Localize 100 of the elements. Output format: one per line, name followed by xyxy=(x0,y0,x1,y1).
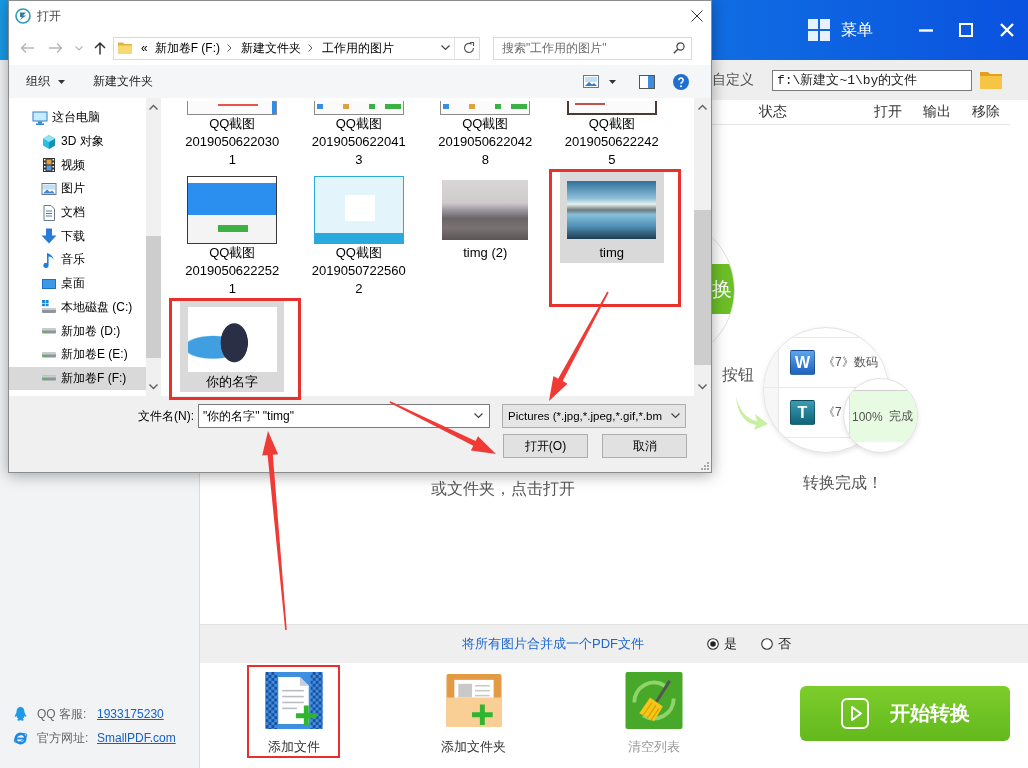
organize-button[interactable]: 组织 xyxy=(26,73,65,90)
nav-item[interactable]: 新加卷 (D:) xyxy=(9,319,146,343)
column-header: 输出 xyxy=(923,103,952,121)
file-item[interactable]: timg xyxy=(559,172,664,263)
nav-item[interactable]: 这台电脑 xyxy=(9,106,146,130)
radio-option[interactable]: 是 xyxy=(707,635,737,653)
contact-link[interactable]: 1933175230 xyxy=(97,707,164,721)
action-button[interactable]: 添加文件夹 xyxy=(427,665,520,758)
column-header: 移除 xyxy=(972,103,1000,121)
chevron-right-icon[interactable] xyxy=(227,44,232,52)
file-item[interactable]: QQ截图 2019050622252 1 xyxy=(180,172,285,299)
column-header: 打开 xyxy=(874,103,903,121)
file-item[interactable]: QQ截图 2019050622042 8 xyxy=(433,98,538,170)
nav-item[interactable]: 本地磁盘 (C:) xyxy=(9,295,146,320)
chevron-down-icon[interactable] xyxy=(698,384,707,390)
scrollbar-thumb[interactable] xyxy=(146,236,161,358)
menu-button[interactable]: 菜单 xyxy=(808,19,873,41)
document-plus-icon xyxy=(264,672,323,729)
breadcrumb-item[interactable]: 新加卷F (F:) xyxy=(154,39,220,57)
file-type-dropdown[interactable]: Pictures (*.jpg,*.jpeg,*.gif,*.bm xyxy=(502,404,686,428)
breadcrumb-item[interactable]: 新建文件夹 xyxy=(241,39,301,57)
file-item[interactable]: QQ截图 2019050622041 3 xyxy=(306,98,411,170)
chevron-down-icon xyxy=(671,413,680,419)
play-icon xyxy=(840,698,869,729)
chevron-up-icon[interactable] xyxy=(698,104,707,110)
up-arrow-icon[interactable] xyxy=(94,41,106,55)
picture-icon xyxy=(41,180,57,197)
folder-plus-icon xyxy=(444,672,503,729)
drive-icon xyxy=(41,299,57,316)
help-icon[interactable] xyxy=(673,73,689,90)
down-arrow-icon xyxy=(41,228,57,245)
filename-field[interactable]: "你的名字" "timg" xyxy=(198,404,490,428)
chevron-down-icon[interactable] xyxy=(441,45,450,51)
search-field[interactable]: 搜索"工作用的图片" xyxy=(493,36,692,60)
chevron-down-icon[interactable] xyxy=(149,384,158,390)
breadcrumb-item[interactable]: 工作用的图片 xyxy=(322,39,394,57)
file-type-tile: W xyxy=(790,350,815,375)
step-caption: 转换完成！ xyxy=(803,473,883,493)
view-icon[interactable] xyxy=(583,75,599,88)
progress-text: 100% xyxy=(852,409,883,424)
drive-icon xyxy=(42,351,56,358)
caret-icon[interactable] xyxy=(609,79,616,84)
minimize-icon[interactable] xyxy=(919,28,933,32)
breadcrumb-overflow[interactable]: « xyxy=(141,41,148,55)
step-caption: 按钮 xyxy=(722,365,754,385)
grid-icon xyxy=(808,19,830,41)
nav-item[interactable]: 新加卷F (F:) xyxy=(9,366,146,391)
document-icon xyxy=(41,204,57,221)
penguin-icon xyxy=(13,706,28,722)
preview-pane-icon[interactable] xyxy=(639,74,655,89)
status-text: 完成 xyxy=(888,408,913,425)
nav-item[interactable]: 新加卷E (E:) xyxy=(9,342,146,367)
close-icon[interactable] xyxy=(691,10,703,22)
nav-item[interactable]: 3D 对象 xyxy=(9,129,146,154)
nav-item[interactable]: 图片 xyxy=(9,177,146,201)
chevron-down-icon[interactable] xyxy=(474,413,483,419)
scrollbar[interactable] xyxy=(146,98,161,396)
new-folder-button[interactable]: 新建文件夹 xyxy=(93,73,153,90)
drive-icon xyxy=(42,328,56,335)
file-item[interactable]: QQ截图 2019050622242 5 xyxy=(559,98,664,170)
cube-icon xyxy=(41,133,57,150)
contact-label: QQ 客服: xyxy=(37,705,88,723)
nav-item[interactable]: 视频 xyxy=(9,153,146,178)
dialog-button[interactable]: 取消 xyxy=(602,434,687,458)
address-bar[interactable]: « 新加卷F (F:) 新建文件夹 工作用的图片 xyxy=(113,36,480,60)
scrollbar[interactable] xyxy=(694,98,711,396)
resize-grip-icon[interactable] xyxy=(701,462,709,470)
filename-label: 文件名(N): xyxy=(137,407,194,425)
scrollbar-thumb[interactable] xyxy=(694,210,711,365)
nav-item[interactable]: 下载 xyxy=(9,224,146,249)
browser-logo-icon xyxy=(13,730,28,746)
caret-icon xyxy=(58,79,65,84)
file-item[interactable]: timg (2) xyxy=(433,172,538,263)
nav-item[interactable]: 桌面 xyxy=(9,271,146,296)
chevron-up-icon[interactable] xyxy=(149,104,158,110)
column-header: 状态 xyxy=(759,103,788,121)
output-path-field[interactable]: f:\新建文~1\by的文件 xyxy=(772,69,972,91)
file-type-tile: T xyxy=(790,400,815,425)
file-item[interactable]: QQ截图 2019050722560 2 xyxy=(306,172,411,299)
nav-item[interactable]: 音乐 xyxy=(9,248,146,272)
app-logo-icon xyxy=(15,8,31,24)
contact-link[interactable]: SmallPDF.com xyxy=(97,731,176,745)
radio-option[interactable]: 否 xyxy=(761,635,791,653)
folder-icon xyxy=(118,42,132,54)
contact-label: 官方网址: xyxy=(37,729,90,747)
action-button[interactable]: 添加文件 xyxy=(247,665,340,758)
curved-arrow-icon xyxy=(735,395,769,431)
maximize-icon[interactable] xyxy=(959,23,973,37)
film-icon xyxy=(41,157,57,174)
file-item[interactable]: QQ截图 2019050622030 1 xyxy=(180,98,285,170)
file-title: 《7 xyxy=(823,404,842,421)
search-icon[interactable] xyxy=(673,42,685,54)
chevron-right-icon[interactable] xyxy=(308,44,313,52)
nav-item[interactable]: 文档 xyxy=(9,200,146,225)
drive-icon xyxy=(42,375,56,382)
dialog-button[interactable]: 打开(O) xyxy=(503,434,588,458)
step-text: 或文件夹，点击打开 xyxy=(431,479,575,499)
refresh-icon[interactable] xyxy=(463,42,475,54)
file-title: 《7》数码 xyxy=(823,354,878,371)
file-item[interactable]: 你的名字 xyxy=(180,301,285,392)
